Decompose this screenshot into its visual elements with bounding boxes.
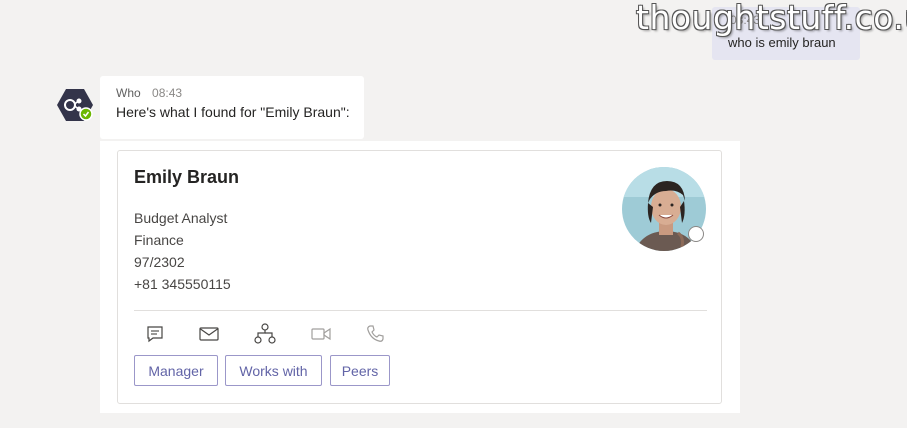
profile-photo[interactable] [622, 167, 708, 253]
profile-card-container: Emily Braun Budget Analyst Finance 97/23… [100, 141, 740, 413]
profile-job-title: Budget Analyst [134, 210, 228, 226]
bot-message-bubble: Who 08:43 Here's what I found for "Emily… [100, 76, 364, 139]
chat-icon[interactable] [144, 323, 166, 345]
profile-phone[interactable]: +81 345550115 [134, 276, 231, 292]
presence-status-icon [688, 226, 704, 242]
phone-call-icon[interactable] [364, 323, 386, 345]
user-message-text: who is emily braun [728, 35, 836, 50]
mail-icon[interactable] [198, 323, 220, 345]
profile-card: Emily Braun Budget Analyst Finance 97/23… [117, 150, 722, 404]
bot-sender-name: Who [116, 86, 141, 100]
profile-office: 97/2302 [134, 254, 185, 270]
org-chart-icon[interactable] [254, 323, 276, 345]
who-bot-icon [57, 89, 93, 121]
watermark: thoughtstuff.co.uk [636, 0, 907, 37]
bot-message-text: Here's what I found for "Emily Braun": [116, 104, 350, 120]
works-with-button[interactable]: Works with [225, 355, 322, 386]
peers-button[interactable]: Peers [330, 355, 390, 386]
manager-button[interactable]: Manager [134, 355, 218, 386]
card-divider [134, 310, 707, 311]
bot-message-meta: Who 08:43 [116, 86, 182, 100]
profile-department: Finance [134, 232, 184, 248]
bot-message-time: 08:43 [152, 86, 183, 100]
video-call-icon[interactable] [310, 323, 332, 345]
who-bot-avatar[interactable] [57, 88, 93, 122]
profile-name: Emily Braun [134, 167, 240, 187]
